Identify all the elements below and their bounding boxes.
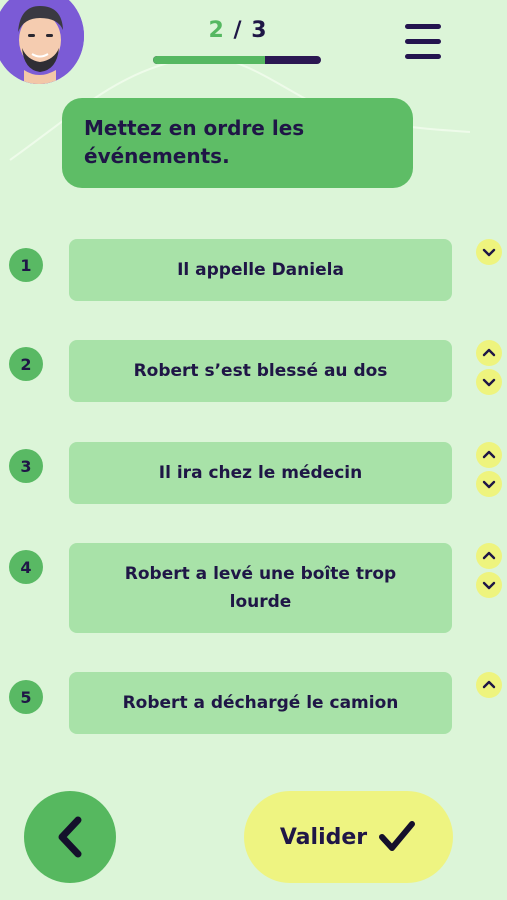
event-card-2[interactable]: Robert s’est blessé au dos — [69, 340, 452, 402]
item-number: 3 — [9, 449, 43, 483]
progress-current: 2 — [208, 18, 225, 43]
validate-button[interactable]: Valider — [244, 791, 453, 883]
validate-label: Valider — [279, 824, 368, 850]
chevron-up-icon — [482, 680, 496, 689]
item-number: 2 — [9, 347, 43, 381]
move-down-button-2[interactable] — [476, 369, 502, 395]
chevron-up-icon — [482, 450, 496, 459]
progress-total: 3 — [251, 18, 268, 43]
avatar-icon — [0, 0, 84, 84]
item-number: 4 — [9, 550, 43, 584]
progress-bar — [153, 56, 321, 64]
chevron-up-icon — [482, 348, 496, 357]
move-down-button-4[interactable] — [476, 572, 502, 598]
item-number: 5 — [9, 680, 43, 714]
move-up-button-3[interactable] — [476, 442, 502, 468]
menu-button[interactable] — [403, 22, 443, 62]
progress-bar-fill — [153, 56, 266, 64]
event-card-1[interactable]: Il appelle Daniela — [69, 239, 452, 301]
move-up-button-5[interactable] — [476, 672, 502, 698]
chevron-down-icon — [482, 248, 496, 257]
avatar[interactable] — [0, 0, 84, 84]
chevron-down-icon — [482, 378, 496, 387]
move-down-button-3[interactable] — [476, 471, 502, 497]
chevron-down-icon — [482, 581, 496, 590]
check-icon — [379, 821, 416, 851]
progress-counter: 2 / 3 — [153, 18, 323, 43]
instruction-bubble: Mettez en ordre les événements. — [62, 98, 413, 188]
chevron-left-icon — [58, 816, 82, 858]
event-card-5[interactable]: Robert a déchargé le camion — [69, 672, 452, 734]
move-up-button-4[interactable] — [476, 543, 502, 569]
move-up-button-2[interactable] — [476, 340, 502, 366]
move-down-button-1[interactable] — [476, 239, 502, 265]
chevron-down-icon — [482, 480, 496, 489]
event-card-3[interactable]: Il ira chez le médecin — [69, 442, 452, 504]
event-card-4[interactable]: Robert a levé une boîte trop lourde — [69, 543, 452, 633]
progress-separator: / — [233, 18, 243, 43]
chevron-up-icon — [482, 551, 496, 560]
back-button[interactable] — [24, 791, 116, 883]
item-number: 1 — [9, 248, 43, 282]
